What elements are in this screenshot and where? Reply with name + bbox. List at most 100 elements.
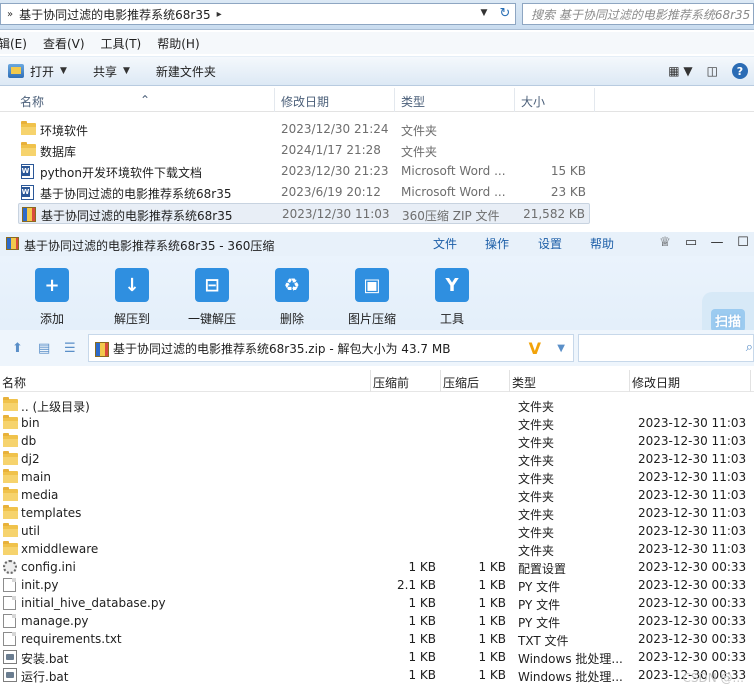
zip-file-row[interactable]: requirements.txt 1 KB 1 KB TXT 文件 2023-12-30…: [0, 630, 754, 648]
zip-file-row[interactable]: config.ini 1 KB 1 KB 配置设置 2023-12-30 00:33: [0, 558, 754, 576]
file-date: 2023-12-30 11:03: [638, 542, 747, 556]
minimize-icon[interactable]: —: [710, 235, 724, 250]
help-icon[interactable]: ?: [732, 63, 748, 79]
column-date[interactable]: 修改日期: [632, 374, 680, 391]
toolbar-button-image-compress[interactable]: ▣ 图片压缩: [336, 268, 408, 327]
column-divider[interactable]: [509, 370, 510, 392]
extract-to-icon: ↓: [115, 268, 149, 302]
file-icon: [3, 578, 16, 592]
archive-path-text: 基于协同过滤的电影推荐系统68r35.zip - 解包大小为 43.7 MB: [113, 341, 451, 356]
file-date: 2023-12-30 11:03: [638, 524, 747, 538]
zip-menu-operate[interactable]: 操作: [485, 235, 509, 252]
folder-icon: [21, 142, 36, 156]
file-type: 文件夹: [518, 472, 555, 486]
file-date: 2023-12-30 00:33: [638, 596, 747, 610]
toolbar-button-one-click-extract[interactable]: ⊟ 一键解压: [176, 268, 248, 327]
batch-file-icon: [3, 650, 17, 664]
breadcrumb-chevron-icon[interactable]: »: [7, 9, 13, 20]
zip-menu-settings[interactable]: 设置: [538, 235, 562, 252]
search-input[interactable]: 搜索 基于协同过滤的电影推荐系统68r35: [522, 3, 754, 25]
explorer-file-row[interactable]: 基于协同过滤的电影推荐系统68r35 2023/6/19 20:12 Microso…: [18, 182, 590, 203]
file-type: PY 文件: [518, 598, 561, 612]
preview-pane-icon[interactable]: ◫: [707, 64, 718, 78]
column-type[interactable]: 类型: [512, 374, 536, 391]
column-divider[interactable]: [750, 370, 751, 392]
size-after: 1 KB: [478, 650, 506, 664]
file-name: util: [21, 524, 40, 538]
column-divider[interactable]: [594, 88, 595, 112]
column-divider[interactable]: [629, 370, 630, 392]
menu-help[interactable]: 帮助(H): [157, 35, 199, 52]
folder-icon: [3, 469, 18, 483]
toolbar-button-delete[interactable]: ♻ 删除: [256, 268, 328, 327]
view-mode-icon[interactable]: ▦ ▼: [668, 64, 692, 78]
thumbnail-view-icon[interactable]: ▤: [38, 341, 50, 356]
search-icon[interactable]: ⌕: [746, 340, 753, 355]
column-divider[interactable]: [514, 88, 515, 112]
toolbar-button-extract-to[interactable]: ↓ 解压到: [96, 268, 168, 327]
menu-tools[interactable]: 工具(T): [101, 35, 142, 52]
column-name[interactable]: 名称: [2, 374, 26, 391]
file-name: initial_hive_database.py: [21, 596, 166, 610]
zip-menu-help[interactable]: 帮助: [590, 235, 614, 252]
zip-file-row[interactable]: bin 文件夹 2023-12-30 11:03: [0, 414, 754, 432]
up-level-icon[interactable]: ⬆: [12, 341, 23, 356]
menu-edit[interactable]: 编辑(E): [0, 35, 27, 52]
zip-file-row[interactable]: xmiddleware 文件夹 2023-12-30 11:03: [0, 540, 754, 558]
breadcrumb-current[interactable]: 基于协同过滤的电影推荐系统68r35: [19, 6, 210, 23]
zip-file-row[interactable]: media 文件夹 2023-12-30 11:03: [0, 486, 754, 504]
maximize-icon[interactable]: ☐: [736, 235, 750, 250]
column-date[interactable]: 修改日期: [281, 93, 329, 110]
toolbar-button-label: 添加: [39, 312, 64, 326]
file-type: Windows 批处理...: [518, 652, 623, 666]
zip-search-input[interactable]: ⌕: [578, 334, 754, 362]
new-folder-button[interactable]: 新建文件夹: [156, 63, 216, 80]
skin-icon[interactable]: ♕: [658, 235, 672, 250]
explorer-file-row[interactable]: 数据库 2024/1/17 21:28 文件夹: [18, 140, 590, 161]
folder-icon: [3, 433, 18, 447]
explorer-file-row[interactable]: python开发环境软件下载文档 2023/12/30 21:23 Microsof…: [18, 161, 590, 182]
column-divider[interactable]: [370, 370, 371, 392]
column-after[interactable]: 压缩后: [443, 374, 479, 391]
zip-file-row[interactable]: 运行.bat 1 KB 1 KB Windows 批处理... 2023-12-30 0…: [0, 666, 754, 684]
size-before: 1 KB: [408, 650, 436, 664]
feedback-icon[interactable]: ▭: [684, 235, 698, 250]
share-button[interactable]: 共享 ▼: [93, 63, 130, 80]
column-type[interactable]: 类型: [401, 93, 425, 110]
menu-view[interactable]: 查看(V): [43, 35, 85, 52]
toolbar-button-add[interactable]: + 添加: [16, 268, 88, 327]
explorer-file-row[interactable]: 环境软件 2023/12/30 21:24 文件夹: [18, 119, 590, 140]
zip-file-row[interactable]: main 文件夹 2023-12-30 11:03: [0, 468, 754, 486]
zip-file-row[interactable]: init.py 2.1 KB 1 KB PY 文件 2023-12-30 00:33: [0, 576, 754, 594]
open-button[interactable]: 打开 ▼: [8, 63, 67, 80]
column-divider[interactable]: [394, 88, 395, 112]
column-divider[interactable]: [440, 370, 441, 392]
file-name: .. (上级目录): [21, 400, 90, 414]
zip-menu-file[interactable]: 文件: [433, 235, 457, 252]
zip-file-row[interactable]: manage.py 1 KB 1 KB PY 文件 2023-12-30 00:33: [0, 612, 754, 630]
chevron-down-icon[interactable]: ▼: [557, 343, 565, 354]
zip-file-row[interactable]: 安装.bat 1 KB 1 KB Windows 批处理... 2023-12-30 0…: [0, 648, 754, 666]
zip-file-row[interactable]: util 文件夹 2023-12-30 11:03: [0, 522, 754, 540]
list-view-icon[interactable]: ☰: [64, 341, 76, 356]
toolbar-button-label: 工具: [439, 312, 464, 326]
file-date: 2023-12-30 00:33: [638, 650, 747, 664]
toolbar-button-tools[interactable]: Y 工具: [416, 268, 488, 327]
zip-file-row[interactable]: templates 文件夹 2023-12-30 11:03: [0, 504, 754, 522]
refresh-icon[interactable]: ↻: [497, 4, 513, 22]
zip-file-row[interactable]: .. (上级目录) 文件夹: [0, 396, 754, 414]
archive-path-field[interactable]: 基于协同过滤的电影推荐系统68r35.zip - 解包大小为 43.7 MB V…: [88, 334, 574, 362]
explorer-file-row[interactable]: 基于协同过滤的电影推荐系统68r35 2023/12/30 11:03 360压缩 …: [18, 203, 590, 224]
zip-file-row[interactable]: dj2 文件夹 2023-12-30 11:03: [0, 450, 754, 468]
column-before[interactable]: 压缩前: [373, 374, 409, 391]
verified-icon[interactable]: V: [529, 339, 541, 358]
column-name[interactable]: 名称: [20, 93, 44, 110]
breadcrumb-chevron-icon[interactable]: ▸: [217, 9, 222, 20]
address-dropdown-icon[interactable]: ▼: [475, 3, 493, 23]
address-bar[interactable]: » 基于协同过滤的电影推荐系统68r35 ▸: [0, 3, 516, 25]
zip-file-row[interactable]: initial_hive_database.py 1 KB 1 KB PY 文件 202…: [0, 594, 754, 612]
zip-window-title: 基于协同过滤的电影推荐系统68r35 - 360压缩: [24, 239, 275, 253]
column-size[interactable]: 大小: [521, 93, 545, 110]
zip-file-row[interactable]: db 文件夹 2023-12-30 11:03: [0, 432, 754, 450]
column-divider[interactable]: [274, 88, 275, 112]
